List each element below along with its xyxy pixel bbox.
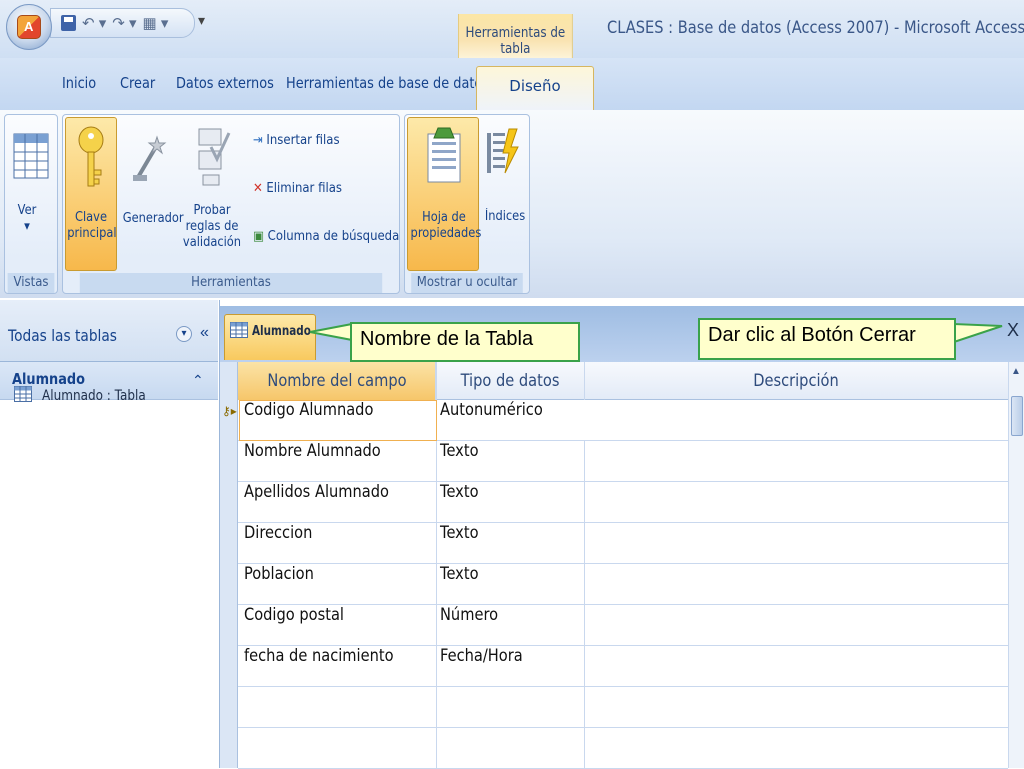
scroll-up-icon[interactable]: ▲ [1011, 366, 1021, 377]
context-tab-header: Herramientas de tabla [458, 14, 573, 58]
table-row[interactable]: Apellidos Alumnado Texto [238, 482, 1008, 523]
lookup-column-icon: ▣ [253, 229, 265, 244]
vertical-scrollbar[interactable]: ▲ [1008, 362, 1024, 768]
group-label-mostrar: Mostrar u ocultar [411, 273, 523, 293]
tab-datos-externos[interactable]: Datos externos [176, 74, 274, 92]
probar-reglas-button[interactable]: Probar reglas de validación [177, 117, 249, 271]
row-selector-column [220, 362, 238, 768]
indices-button[interactable]: Índices [481, 117, 527, 271]
quick-access-toolbar: ↶ ▾ ↷ ▾ ▦ ▾ [50, 8, 195, 38]
field-name-cell[interactable]: Apellidos Alumnado [244, 482, 389, 523]
columna-busqueda-label: Columna de búsqueda [267, 229, 400, 244]
table-row[interactable]: fecha de nacimiento Fecha/Hora [238, 646, 1008, 687]
field-name-cell[interactable]: Poblacion [244, 564, 314, 605]
data-type-cell[interactable]: Fecha/Hora [440, 646, 523, 687]
data-type-cell[interactable]: Texto [440, 441, 479, 482]
validation-rules-icon [198, 128, 231, 186]
data-type-cell[interactable]: Número [440, 605, 498, 646]
collapse-group-icon[interactable]: ⌃ [192, 372, 204, 389]
data-type-cell[interactable]: Texto [440, 564, 479, 605]
tab-inicio[interactable]: Inicio [62, 74, 96, 92]
insertar-filas-label: Insertar filas [266, 133, 340, 148]
clave-principal-button[interactable]: Clave principal [65, 117, 117, 271]
indices-label: Índices [484, 209, 526, 224]
office-logo-icon: A [17, 15, 41, 39]
group-mostrar-ocultar: Hoja de propiedades Índices Mostrar u oc… [404, 114, 530, 294]
table-row[interactable]: Direccion Texto [238, 523, 1008, 564]
redo-icon[interactable]: ↷ ▾ [112, 14, 136, 32]
scrollbar-thumb[interactable] [1011, 396, 1023, 436]
undo-icon[interactable]: ↶ ▾ [82, 14, 106, 32]
clave-principal-label: Clave principal [67, 210, 117, 241]
delete-rows-icon: ✕ [253, 181, 263, 196]
nav-item-alumnado-tabla[interactable]: Alumnado : Tabla [42, 388, 146, 404]
chevron-down-icon: ▾ [24, 219, 30, 234]
column-header-type[interactable]: Tipo de datos [446, 362, 573, 400]
wand-icon [133, 135, 167, 181]
generador-label: Generador [122, 211, 184, 226]
hoja-propiedades-button[interactable]: Hoja de propiedades [407, 117, 482, 271]
table-row-empty[interactable] [238, 687, 1008, 728]
nav-pane-title[interactable]: Todas las tablas [8, 326, 117, 345]
datasheet-icon [13, 133, 49, 179]
data-type-cell[interactable]: Texto [440, 523, 479, 564]
column-header-description[interactable]: Descripción [614, 362, 979, 400]
customize-qat-icon[interactable]: ▾ [198, 12, 205, 29]
group-label-vistas: Vistas [7, 273, 55, 293]
field-name-cell[interactable]: Direccion [244, 523, 312, 564]
tab-diseno[interactable]: Diseño [476, 66, 594, 112]
nav-menu-chevron-icon[interactable]: ▾ [176, 326, 192, 342]
primary-key-row-icon: ⚷▸ [222, 404, 237, 418]
table-row[interactable]: Poblacion Texto [238, 564, 1008, 605]
eliminar-filas-label: Eliminar filas [266, 181, 342, 196]
table-row-empty[interactable] [238, 728, 1008, 769]
key-icon [78, 126, 104, 187]
office-button[interactable]: A [6, 4, 52, 50]
eliminar-filas-button[interactable]: ✕ Eliminar filas [253, 181, 342, 196]
generador-button[interactable]: Generador [119, 117, 184, 271]
insert-rows-icon: ⇥ [253, 133, 263, 148]
close-document-button[interactable]: X [1007, 320, 1019, 341]
probar-reglas-label: Probar reglas de validación [182, 203, 242, 250]
save-icon[interactable] [61, 15, 76, 31]
hoja-propiedades-label: Hoja de propiedades [410, 210, 482, 241]
tab-crear[interactable]: Crear [120, 74, 155, 92]
field-name-cell[interactable]: fecha de nacimiento [244, 646, 394, 687]
property-sheet-icon [427, 127, 461, 183]
callout-boton-cerrar: Dar clic al Botón Cerrar [698, 318, 956, 360]
column-header-field[interactable]: Nombre del campo [252, 362, 422, 400]
group-label-herramientas: Herramientas [79, 273, 383, 293]
ver-label: Ver [17, 203, 37, 218]
ver-button[interactable]: Ver ▾ [9, 125, 53, 260]
data-type-cell[interactable]: Autonumérico [440, 400, 543, 441]
group-vistas: Ver ▾ Vistas [4, 114, 58, 294]
insertar-filas-button[interactable]: ⇥ Insertar filas [253, 133, 340, 148]
document-tab-label: Alumnado [252, 324, 311, 339]
field-name-cell[interactable]: Nombre Alumnado [244, 441, 381, 482]
table-icon [230, 322, 248, 338]
lightning-index-icon [487, 128, 519, 174]
callout-nombre-tabla: Nombre de la Tabla [350, 322, 580, 362]
table-row[interactable]: Nombre Alumnado Texto [238, 441, 1008, 482]
data-type-cell[interactable]: Texto [440, 482, 479, 523]
group-herramientas: Clave principal Generador Probar reglas … [62, 114, 400, 294]
table-icon [14, 386, 32, 402]
table-row[interactable]: Codigo postal Número [238, 605, 1008, 646]
view-icon[interactable]: ▦ ▾ [143, 14, 169, 32]
window-title: CLASES : Base de datos (Access 2007) - M… [607, 18, 1024, 38]
active-cell-highlight [239, 400, 437, 441]
field-name-cell[interactable]: Codigo postal [244, 605, 344, 646]
columna-busqueda-button[interactable]: ▣ Columna de búsqueda [253, 229, 399, 244]
collapse-pane-icon[interactable]: « [200, 324, 209, 342]
tab-herramientas-bd[interactable]: Herramientas de base de datos [286, 74, 489, 92]
